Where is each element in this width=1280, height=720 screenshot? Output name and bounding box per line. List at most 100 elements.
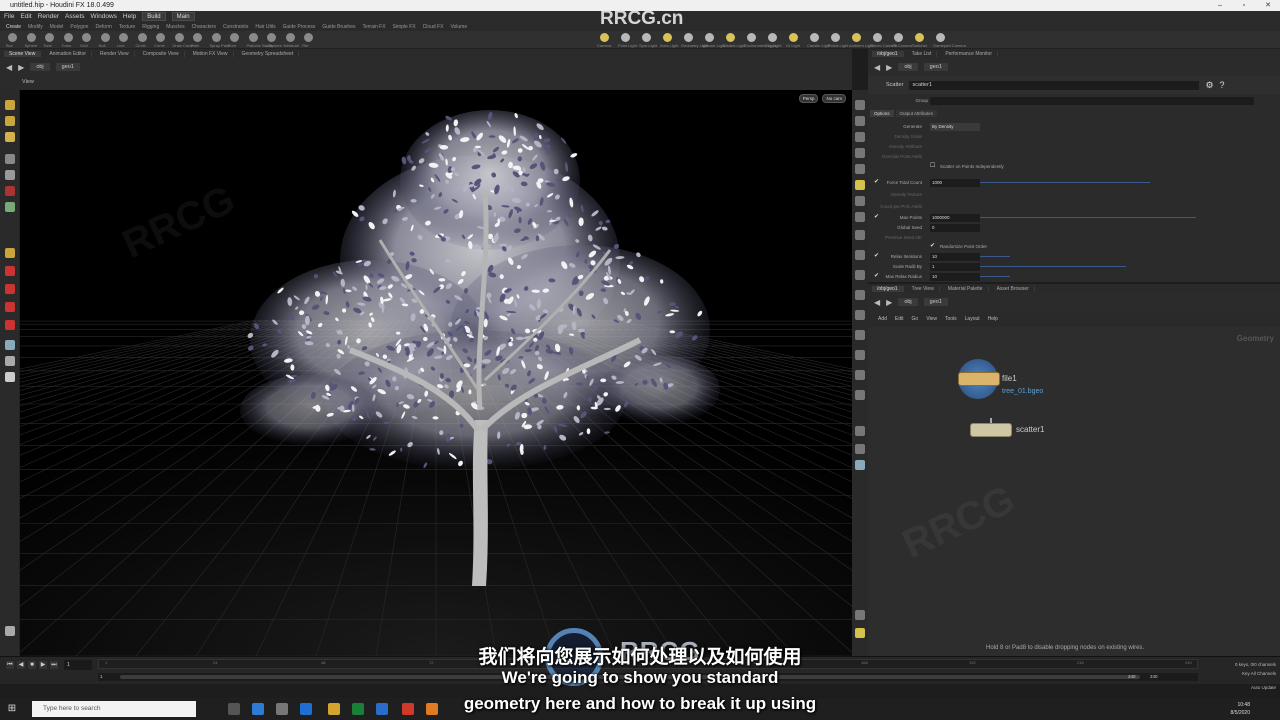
path-net[interactable]: obj [30, 63, 50, 71]
network-path-net[interactable]: obj [898, 298, 918, 306]
magnet-icon[interactable] [5, 266, 15, 276]
network-tab-material-palette[interactable]: Material Palette [943, 285, 989, 292]
text-display-icon[interactable] [855, 426, 865, 436]
label-display-icon[interactable] [855, 390, 865, 400]
net-menu-add[interactable]: Add [878, 316, 887, 322]
network-tab-asset-browser[interactable]: Asset Browser [992, 285, 1035, 292]
light-tool-ambient-light-icon[interactable] [852, 33, 861, 42]
light-tool-sky-light-icon[interactable] [768, 33, 777, 42]
shelf-tool-tube-icon[interactable] [45, 33, 54, 42]
force-total-count-slider[interactable] [980, 182, 1150, 183]
cube-display-icon[interactable] [855, 370, 865, 380]
shelf-tab-simple-fx[interactable]: Simple FX [393, 24, 416, 30]
shelf-tool-curve-icon[interactable] [156, 33, 165, 42]
net-menu-tools[interactable]: Tools [945, 316, 957, 322]
forward-arrow-icon[interactable]: ▶ [18, 63, 24, 72]
shelf-tool-sphere-icon[interactable] [26, 33, 36, 42]
light-tool-geometry-light-icon[interactable] [684, 33, 693, 42]
light-tool-icon[interactable] [5, 356, 15, 366]
shelf-tab-create[interactable]: Create [6, 24, 21, 30]
net-menu-go[interactable]: Go [912, 316, 919, 322]
background-icon[interactable] [855, 196, 865, 206]
layout-dropdown[interactable]: Main [171, 12, 195, 21]
group-display-icon[interactable] [855, 444, 865, 454]
shelf-tab-texture[interactable]: Texture [119, 24, 135, 30]
shelf-tool-metaball-icon[interactable] [285, 33, 295, 42]
select-tool-icon[interactable] [5, 100, 15, 110]
grid-display-icon[interactable] [855, 628, 865, 638]
tab-output-attributes[interactable]: Output Attributes [895, 110, 938, 117]
global-seed-field[interactable]: 0 [930, 224, 980, 232]
randomize-order-checkbox[interactable]: ✔ [930, 243, 937, 250]
shelf-tool-file-icon[interactable] [304, 33, 313, 42]
view-tool-icon[interactable] [5, 202, 15, 212]
frame-number-icon[interactable] [855, 310, 865, 320]
shelf-tool-grid-icon[interactable] [82, 33, 91, 42]
viewport-canvas[interactable] [20, 90, 852, 656]
shelf-tab-characters[interactable]: Characters [192, 24, 216, 30]
max-relax-radius-field[interactable]: 10 [930, 273, 980, 281]
shelf-tab-cloud-fx[interactable]: Cloud FX [423, 24, 444, 30]
net-menu-help[interactable]: Help [988, 316, 998, 322]
close-button[interactable]: ✕ [1256, 0, 1280, 11]
shelf-tool-font-icon[interactable] [230, 33, 239, 42]
scale-radii-field[interactable]: 1 [930, 263, 980, 271]
home-view-icon[interactable] [855, 132, 865, 142]
light-tool-environment-light-icon[interactable] [747, 33, 756, 42]
menu-file[interactable]: File [4, 13, 14, 20]
net-menu-layout[interactable]: Layout [965, 316, 980, 322]
light-tool-point-light-icon[interactable] [621, 33, 630, 42]
network-tab--obj-geo1[interactable]: /obj/geo1 [872, 285, 904, 292]
network-tab-tree-view[interactable]: Tree View [907, 285, 940, 292]
bucket-icon[interactable] [855, 330, 865, 340]
light-tool-portal-light-icon[interactable] [831, 33, 840, 42]
left-tab-scene-view[interactable]: Scene View [4, 50, 42, 57]
shelf-tab-polygon[interactable]: Polygon [70, 24, 88, 30]
visibility-icon[interactable] [855, 164, 865, 174]
move-tool-icon[interactable] [5, 116, 15, 126]
force-total-count-field[interactable]: 1000 [930, 179, 980, 187]
light-tool-vr-camera-icon[interactable] [894, 33, 903, 42]
left-tab-render-view[interactable]: Render View [95, 50, 135, 57]
magnet-grid-icon[interactable] [5, 284, 15, 294]
shelf-tab-volume[interactable]: Volume [450, 24, 467, 30]
back-arrow-icon[interactable]: ◀ [874, 298, 880, 307]
scene-viewport[interactable]: Persp No cam [20, 90, 852, 656]
shelf-tool-spray-paint-icon[interactable] [211, 33, 221, 42]
right-tab-take-list[interactable]: Take List [907, 50, 938, 57]
network-path-node[interactable]: geo1 [923, 298, 948, 306]
shelf-tool-null-icon[interactable] [100, 33, 110, 42]
shelf-tab-muscles[interactable]: Muscles [166, 24, 184, 30]
shading-icon[interactable] [855, 230, 865, 240]
net-menu-edit[interactable]: Edit [895, 316, 904, 322]
wireframe-icon[interactable] [855, 250, 865, 260]
minimize-button[interactable]: – [1208, 0, 1232, 11]
shelf-tab-terrain-fx[interactable]: Terrain FX [362, 24, 385, 30]
rotate-tool-icon[interactable] [5, 132, 15, 142]
menu-assets[interactable]: Assets [65, 13, 85, 20]
guide-icon[interactable] [855, 350, 865, 360]
shelf-tab-guide-process[interactable]: Guide Process [283, 24, 316, 30]
back-arrow-icon[interactable]: ◀ [6, 63, 12, 72]
shelf-tab-deform[interactable]: Deform [95, 24, 111, 30]
relax-iterations-slider[interactable] [980, 256, 1010, 257]
max-points-slider[interactable] [980, 217, 1196, 218]
shelf-tool-line-icon[interactable] [119, 33, 128, 42]
menu-edit[interactable]: Edit [20, 13, 31, 20]
menu-help[interactable]: Help [123, 13, 136, 20]
scale-radii-slider[interactable] [980, 266, 1126, 267]
camera-menu-button[interactable]: No cam [822, 94, 846, 103]
light-icon[interactable] [855, 180, 865, 190]
frame-selected-icon[interactable] [855, 148, 865, 158]
menu-render[interactable]: Render [38, 13, 59, 20]
node-file1[interactable] [958, 372, 1000, 386]
lock-camera-icon[interactable] [855, 116, 865, 126]
shelf-tab-constraints[interactable]: Constraints [223, 24, 248, 30]
shelf-tool-platonic-solids-icon[interactable] [248, 33, 258, 42]
max-points-field[interactable]: 1000000 [930, 214, 980, 222]
net-menu-view[interactable]: View [926, 316, 937, 322]
handle-tool-icon[interactable] [5, 170, 15, 180]
info-icon[interactable] [855, 610, 865, 620]
right-tab--obj-geo1[interactable]: /obj/geo1 [872, 50, 904, 57]
forward-arrow-icon[interactable]: ▶ [886, 298, 892, 307]
